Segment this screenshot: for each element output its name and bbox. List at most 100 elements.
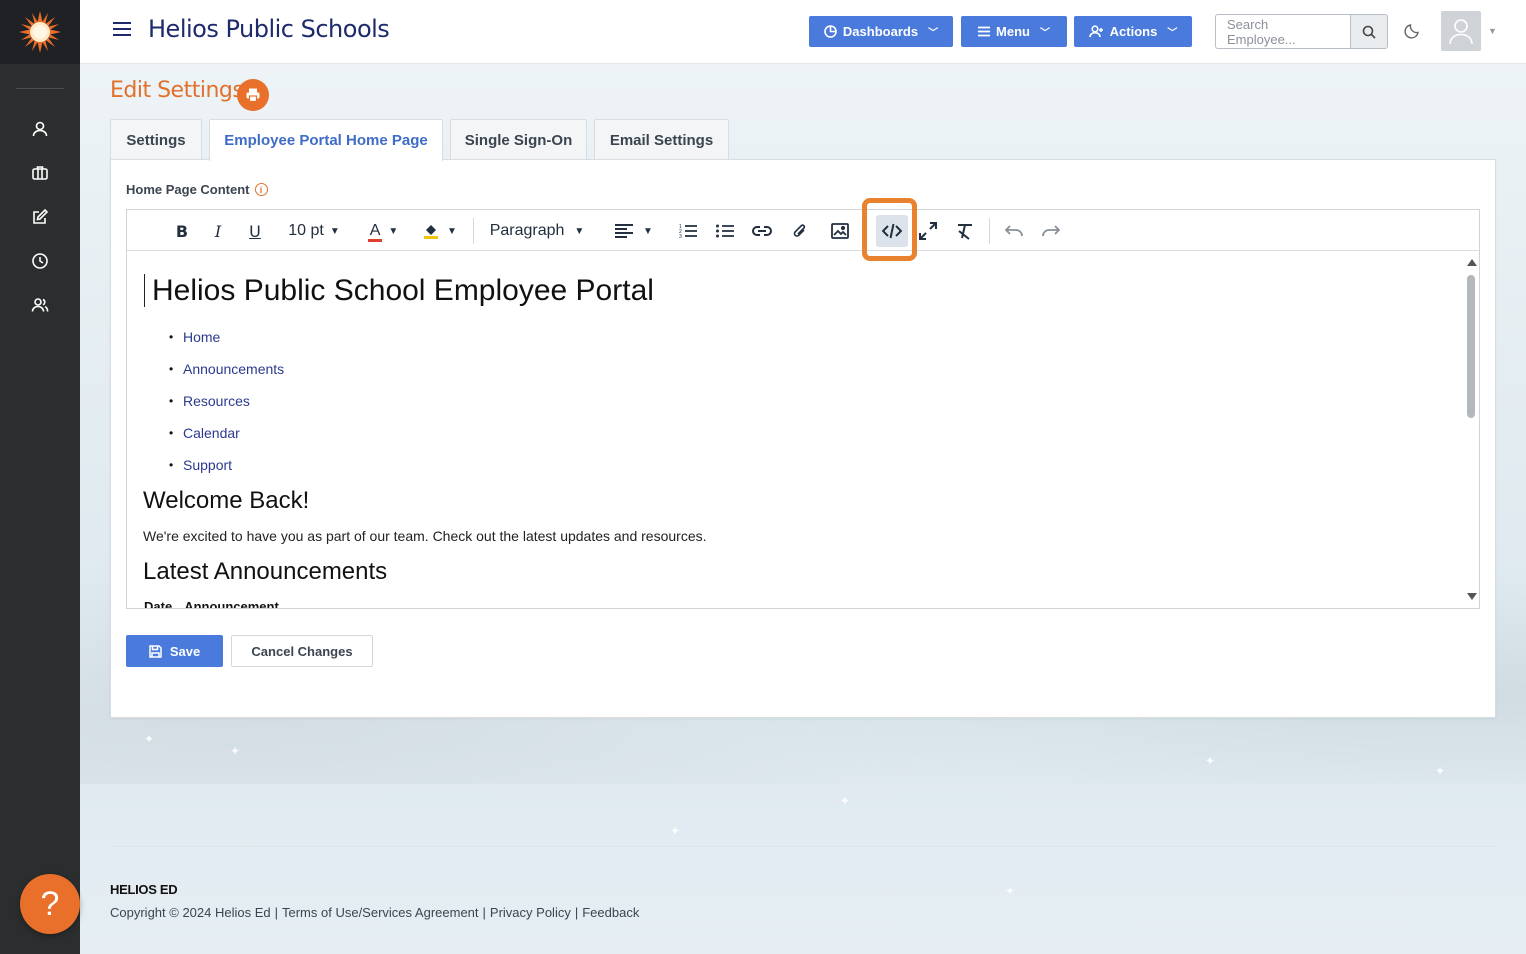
- toolbar-separator: [473, 218, 474, 244]
- clear-formatting-button[interactable]: [954, 218, 976, 244]
- users-icon: [31, 298, 49, 312]
- logo[interactable]: [0, 0, 80, 64]
- italic-icon[interactable]: I: [207, 218, 229, 244]
- link-icon: [752, 226, 772, 236]
- moon-icon: [1404, 24, 1419, 39]
- footer-separator: |: [482, 905, 486, 920]
- scroll-up-icon[interactable]: [1467, 259, 1477, 266]
- terms-link[interactable]: Terms of Use/Services Agreement: [282, 905, 479, 920]
- sidebar-item-people[interactable]: [28, 293, 52, 317]
- nav-item-calendar[interactable]: Calendar: [169, 425, 240, 441]
- caret-down-icon: ▼: [574, 225, 585, 237]
- nav-item-support[interactable]: Support: [169, 457, 232, 473]
- source-code-icon: [882, 223, 902, 239]
- fullscreen-button[interactable]: [917, 218, 939, 244]
- list-icon: [978, 26, 991, 37]
- footer-divider: [110, 846, 1496, 847]
- feedback-link[interactable]: Feedback: [582, 905, 639, 920]
- font-size-select[interactable]: 10 pt ▼: [284, 218, 344, 244]
- align-select[interactable]: ▼: [611, 218, 657, 244]
- nav-item-home[interactable]: Home: [169, 329, 220, 345]
- privacy-policy-link[interactable]: Privacy Policy: [490, 905, 571, 920]
- block-format-select[interactable]: Paragraph ▼: [487, 218, 587, 244]
- sidebar-item-forms[interactable]: [28, 205, 52, 229]
- announcements-heading: Latest Announcements: [143, 558, 388, 585]
- tab-email-settings[interactable]: Email Settings: [594, 119, 729, 160]
- fullscreen-icon: [919, 222, 937, 240]
- field-label-text: Home Page Content: [126, 182, 250, 197]
- user-plus-icon: [1088, 25, 1103, 38]
- sidebar-item-jobs[interactable]: [28, 161, 52, 185]
- attachment-icon: [793, 224, 806, 237]
- highlight-color-picker[interactable]: ▼: [419, 218, 461, 244]
- dark-mode-toggle[interactable]: [1404, 21, 1424, 41]
- table-header-announcement: Announcement: [184, 599, 279, 608]
- editor-scrollbar[interactable]: [1463, 251, 1479, 608]
- actions-button[interactable]: Actions ﹀: [1074, 16, 1192, 47]
- menu-button[interactable]: Menu ﹀: [961, 16, 1067, 47]
- undo-button[interactable]: [1003, 218, 1025, 244]
- nav-item-announcements[interactable]: Announcements: [169, 361, 284, 377]
- bold-icon[interactable]: B: [171, 218, 193, 244]
- help-button[interactable]: ?: [20, 874, 80, 934]
- caret-down-icon: ▼: [643, 225, 653, 237]
- block-format-value: Paragraph: [489, 222, 565, 239]
- align-left-icon: [615, 224, 634, 238]
- footer-brand: HELIOS ED: [110, 882, 178, 897]
- user-avatar[interactable]: [1441, 11, 1481, 51]
- link-button[interactable]: [751, 218, 773, 244]
- footer-separator: |: [574, 905, 579, 920]
- numbered-list-button[interactable]: 123: [677, 218, 699, 244]
- caret-down-icon: ▼: [388, 225, 399, 237]
- cancel-changes-button[interactable]: Cancel Changes: [231, 635, 373, 667]
- rich-text-editor: B I U 10 pt ▼ A ▼ ▼ Paragraph ▼ ▼ 123 He…: [126, 198, 1480, 609]
- table-header-date: Date: [144, 599, 173, 608]
- caret-down-icon: ▼: [447, 225, 457, 237]
- scroll-thumb[interactable]: [1467, 275, 1475, 418]
- avatar-icon: [1449, 19, 1473, 45]
- underline-icon[interactable]: U: [244, 218, 266, 244]
- dashboards-label: Dashboards: [842, 24, 919, 39]
- home-page-content-label: Home Page Content i: [126, 182, 268, 197]
- svg-text:3: 3: [679, 234, 682, 239]
- app-title: Helios Public Schools: [148, 15, 390, 43]
- chevron-down-icon: ﹀: [1039, 28, 1050, 39]
- portal-heading: Helios Public School Employee Portal: [152, 274, 654, 307]
- sidebar-item-time[interactable]: [28, 249, 52, 273]
- search-button[interactable]: [1350, 14, 1388, 49]
- tab-employee-portal-home-page[interactable]: Employee Portal Home Page: [209, 119, 443, 161]
- page-title: Edit Settings: [110, 78, 244, 103]
- briefcase-icon: [32, 166, 48, 180]
- info-icon[interactable]: i: [254, 183, 268, 196]
- save-button[interactable]: Save: [126, 635, 223, 667]
- nav-item-resources[interactable]: Resources: [169, 393, 250, 409]
- footer-copyright: Copyright © 2024 Helios Ed: [110, 905, 271, 920]
- chevron-down-icon: ﹀: [928, 28, 939, 39]
- font-size-value: 10 pt: [288, 222, 324, 239]
- avatar-dropdown-icon[interactable]: ▼: [1488, 26, 1497, 36]
- top-header: Helios Public Schools Dashboards ﹀ Menu …: [80, 0, 1526, 64]
- text-color-picker[interactable]: A ▼: [363, 218, 405, 244]
- save-icon: [149, 644, 162, 658]
- image-button[interactable]: [829, 218, 851, 244]
- tab-settings[interactable]: Settings: [110, 119, 202, 160]
- dashboards-button[interactable]: Dashboards ﹀: [809, 16, 953, 47]
- employee-search-input[interactable]: Search Employee...: [1215, 14, 1351, 49]
- editor-content-area[interactable]: Helios Public School Employee Portal Hom…: [127, 251, 1467, 608]
- bullet-list-button[interactable]: [714, 218, 736, 244]
- redo-button[interactable]: [1040, 218, 1062, 244]
- pie-chart-icon: [824, 25, 837, 38]
- search-icon: [1362, 25, 1376, 39]
- hamburger-menu-icon[interactable]: [111, 18, 133, 40]
- sidebar-item-profile[interactable]: [28, 117, 52, 141]
- tab-single-sign-on[interactable]: Single Sign-On: [450, 119, 587, 160]
- print-button[interactable]: [237, 79, 269, 111]
- image-icon: [831, 223, 849, 239]
- source-code-button[interactable]: [879, 218, 905, 244]
- footer-links: Copyright © 2024 Helios Ed | Terms of Us…: [110, 905, 639, 920]
- clock-icon: [32, 253, 48, 269]
- toolbar-separator: [989, 218, 990, 244]
- attachment-button[interactable]: [789, 218, 811, 244]
- scroll-down-icon[interactable]: [1467, 593, 1477, 600]
- editor-toolbar: B I U 10 pt ▼ A ▼ ▼ Paragraph ▼ ▼ 123: [127, 198, 1479, 261]
